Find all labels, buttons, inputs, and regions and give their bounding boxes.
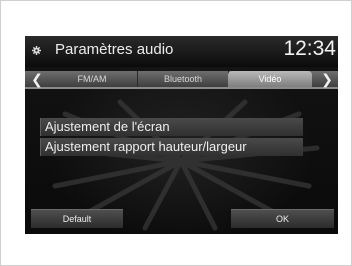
audio-settings-screen: Paramètres audio 12:34 ❮ FM/AM Bluetooth… (25, 36, 338, 234)
page-frame: Paramètres audio 12:34 ❮ FM/AM Bluetooth… (0, 0, 352, 266)
tab-label: FM/AM (77, 74, 107, 84)
menu-item-aspect-ratio[interactable]: Ajustement rapport hauteur/largeur (40, 138, 303, 156)
chevron-left-icon[interactable]: ❮ (30, 71, 44, 87)
gear-icon (32, 46, 41, 55)
chevron-right-icon[interactable]: ❯ (320, 71, 334, 87)
tab-bar: ❮ FM/AM Bluetooth Vidéo ❯ (25, 71, 338, 89)
menu-item-label: Ajustement de l'écran (45, 119, 170, 134)
tab-fm-am[interactable]: FM/AM (47, 71, 138, 87)
tab-bluetooth[interactable]: Bluetooth (138, 71, 229, 87)
page-title: Paramètres audio (55, 41, 174, 58)
tab-video[interactable]: Vidéo (228, 71, 312, 87)
tab-label: Vidéo (258, 74, 282, 84)
menu-item-label: Ajustement rapport hauteur/largeur (45, 139, 247, 154)
clock: 12:34 (283, 37, 336, 60)
screen-header: Paramètres audio 12:34 (25, 36, 338, 67)
ok-button-label: OK (275, 214, 289, 224)
ok-button[interactable]: OK (231, 209, 334, 228)
menu-item-screen-adjustment[interactable]: Ajustement de l'écran (40, 118, 303, 136)
default-button[interactable]: Default (31, 209, 123, 228)
tab-label: Bluetooth (163, 74, 203, 84)
default-button-label: Default (62, 214, 92, 224)
